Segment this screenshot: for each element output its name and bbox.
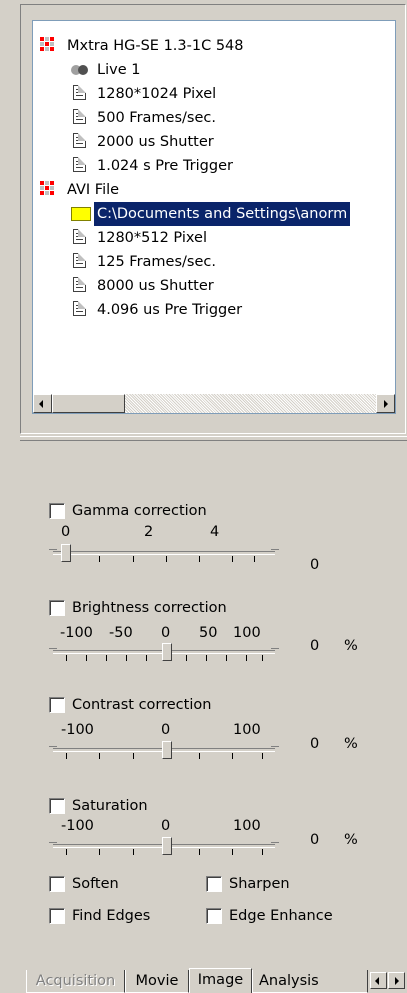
gamma-slider[interactable] <box>49 544 279 566</box>
saturation-value: 0 <box>310 832 320 848</box>
contrast-slider-thumb[interactable] <box>162 741 172 759</box>
tree-item-label: 2000 us Shutter <box>97 134 214 150</box>
brightness-tick-label: 0 <box>161 625 171 641</box>
tree-item-label: 1.024 s Pre Trigger <box>97 158 233 174</box>
camera-node-icon <box>40 37 58 55</box>
live-lens-icon <box>71 65 89 75</box>
document-icon <box>73 229 86 244</box>
saturation-slider-thumb[interactable] <box>162 837 172 855</box>
tree-item-label: 1280*1024 Pixel <box>97 86 217 102</box>
checkbox-box[interactable] <box>206 876 222 892</box>
brightness-value: 0 <box>310 638 320 654</box>
tab-analysis[interactable]: Analysis <box>252 970 368 993</box>
checkbox-box[interactable] <box>206 908 222 924</box>
checkbox-box[interactable] <box>49 600 65 616</box>
checkbox-box[interactable] <box>49 798 65 814</box>
tree-item-label: 125 Frames/sec. <box>97 254 216 270</box>
device-tree[interactable]: Mxtra HG-SE 1.3-1C 548 Live 1 1280*1024 … <box>32 20 396 414</box>
saturation-slider[interactable] <box>49 837 279 859</box>
scroll-track[interactable] <box>125 394 376 413</box>
folder-icon <box>71 207 91 221</box>
brightness-unit: % <box>344 638 358 654</box>
document-icon <box>73 253 86 268</box>
left-arrow-icon <box>375 977 379 985</box>
camera-node-icon <box>40 181 58 199</box>
document-icon <box>73 109 86 124</box>
tree-item-label: 1280*512 Pixel <box>97 230 207 246</box>
tab-image[interactable]: Image <box>189 968 252 993</box>
right-arrow-icon <box>384 400 388 408</box>
document-icon <box>73 157 86 172</box>
soften-label: Soften <box>72 876 119 892</box>
gamma-tick-label: 2 <box>144 524 154 540</box>
tab-movie[interactable]: Movie <box>125 970 189 993</box>
checkbox-box[interactable] <box>49 503 65 519</box>
tab-scroll-right-button[interactable] <box>388 972 405 989</box>
gamma-slider-thumb[interactable] <box>61 544 71 562</box>
tree-item-label: 4.096 us Pre Trigger <box>97 302 243 318</box>
checkbox-box[interactable] <box>49 908 65 924</box>
saturation-unit: % <box>344 832 358 848</box>
tree-item-label: 8000 us Shutter <box>97 278 214 294</box>
checkbox-box[interactable] <box>49 876 65 892</box>
saturation-label: Saturation <box>72 798 148 814</box>
brightness-slider-thumb[interactable] <box>162 643 172 661</box>
contrast-unit: % <box>344 736 358 752</box>
right-arrow-icon <box>395 977 399 985</box>
left-arrow-icon <box>39 400 43 408</box>
contrast-tick-label: 100 <box>233 722 261 738</box>
saturation-tick-label: 100 <box>233 818 261 834</box>
gamma-correction-label: Gamma correction <box>72 503 207 519</box>
document-icon <box>73 133 86 148</box>
tree-horizontal-scrollbar[interactable] <box>33 394 395 413</box>
tab-acquisition[interactable]: Acquisition <box>26 970 125 993</box>
scroll-right-button[interactable] <box>376 394 395 413</box>
tree-item-label: Live 1 <box>97 62 141 78</box>
contrast-tick-label: -100 <box>61 722 94 738</box>
brightness-correction-label: Brightness correction <box>72 600 227 616</box>
panel-splitter[interactable] <box>20 436 407 441</box>
contrast-value: 0 <box>310 736 320 752</box>
tree-item-label: C:\Documents and Settings\anorm <box>92 201 352 227</box>
tree-item-label: Mxtra HG-SE 1.3-1C 548 <box>67 38 244 54</box>
brightness-tick-label: -50 <box>109 625 133 641</box>
checkbox-box[interactable] <box>49 697 65 713</box>
tab-bar: Acquisition Movie Image Analysis <box>20 968 407 993</box>
tree-item-label: AVI File <box>67 182 120 198</box>
brightness-tick-label: 50 <box>199 625 218 641</box>
gamma-tick-label: 0 <box>61 524 71 540</box>
saturation-tick-label: -100 <box>61 818 94 834</box>
find-edges-label: Find Edges <box>72 908 151 924</box>
sharpen-label: Sharpen <box>229 876 290 892</box>
edge-enhance-label: Edge Enhance <box>229 908 333 924</box>
contrast-slider[interactable] <box>49 741 279 763</box>
gamma-tick-label: 4 <box>210 524 220 540</box>
tree-item-label: 500 Frames/sec. <box>97 110 216 126</box>
document-icon <box>73 301 86 316</box>
contrast-tick-label: 0 <box>161 722 171 738</box>
saturation-tick-label: 0 <box>161 818 171 834</box>
brightness-tick-label: -100 <box>60 625 93 641</box>
document-icon <box>73 277 86 292</box>
gamma-value: 0 <box>310 557 320 573</box>
scroll-left-button[interactable] <box>33 394 52 413</box>
brightness-tick-label: 100 <box>233 625 261 641</box>
contrast-correction-label: Contrast correction <box>72 697 212 713</box>
document-icon <box>73 85 86 100</box>
brightness-slider[interactable] <box>49 643 279 665</box>
tab-scroll-left-button[interactable] <box>370 972 387 989</box>
scroll-thumb[interactable] <box>52 394 125 413</box>
tree-panel: Mxtra HG-SE 1.3-1C 548 Live 1 1280*1024 … <box>20 4 406 434</box>
